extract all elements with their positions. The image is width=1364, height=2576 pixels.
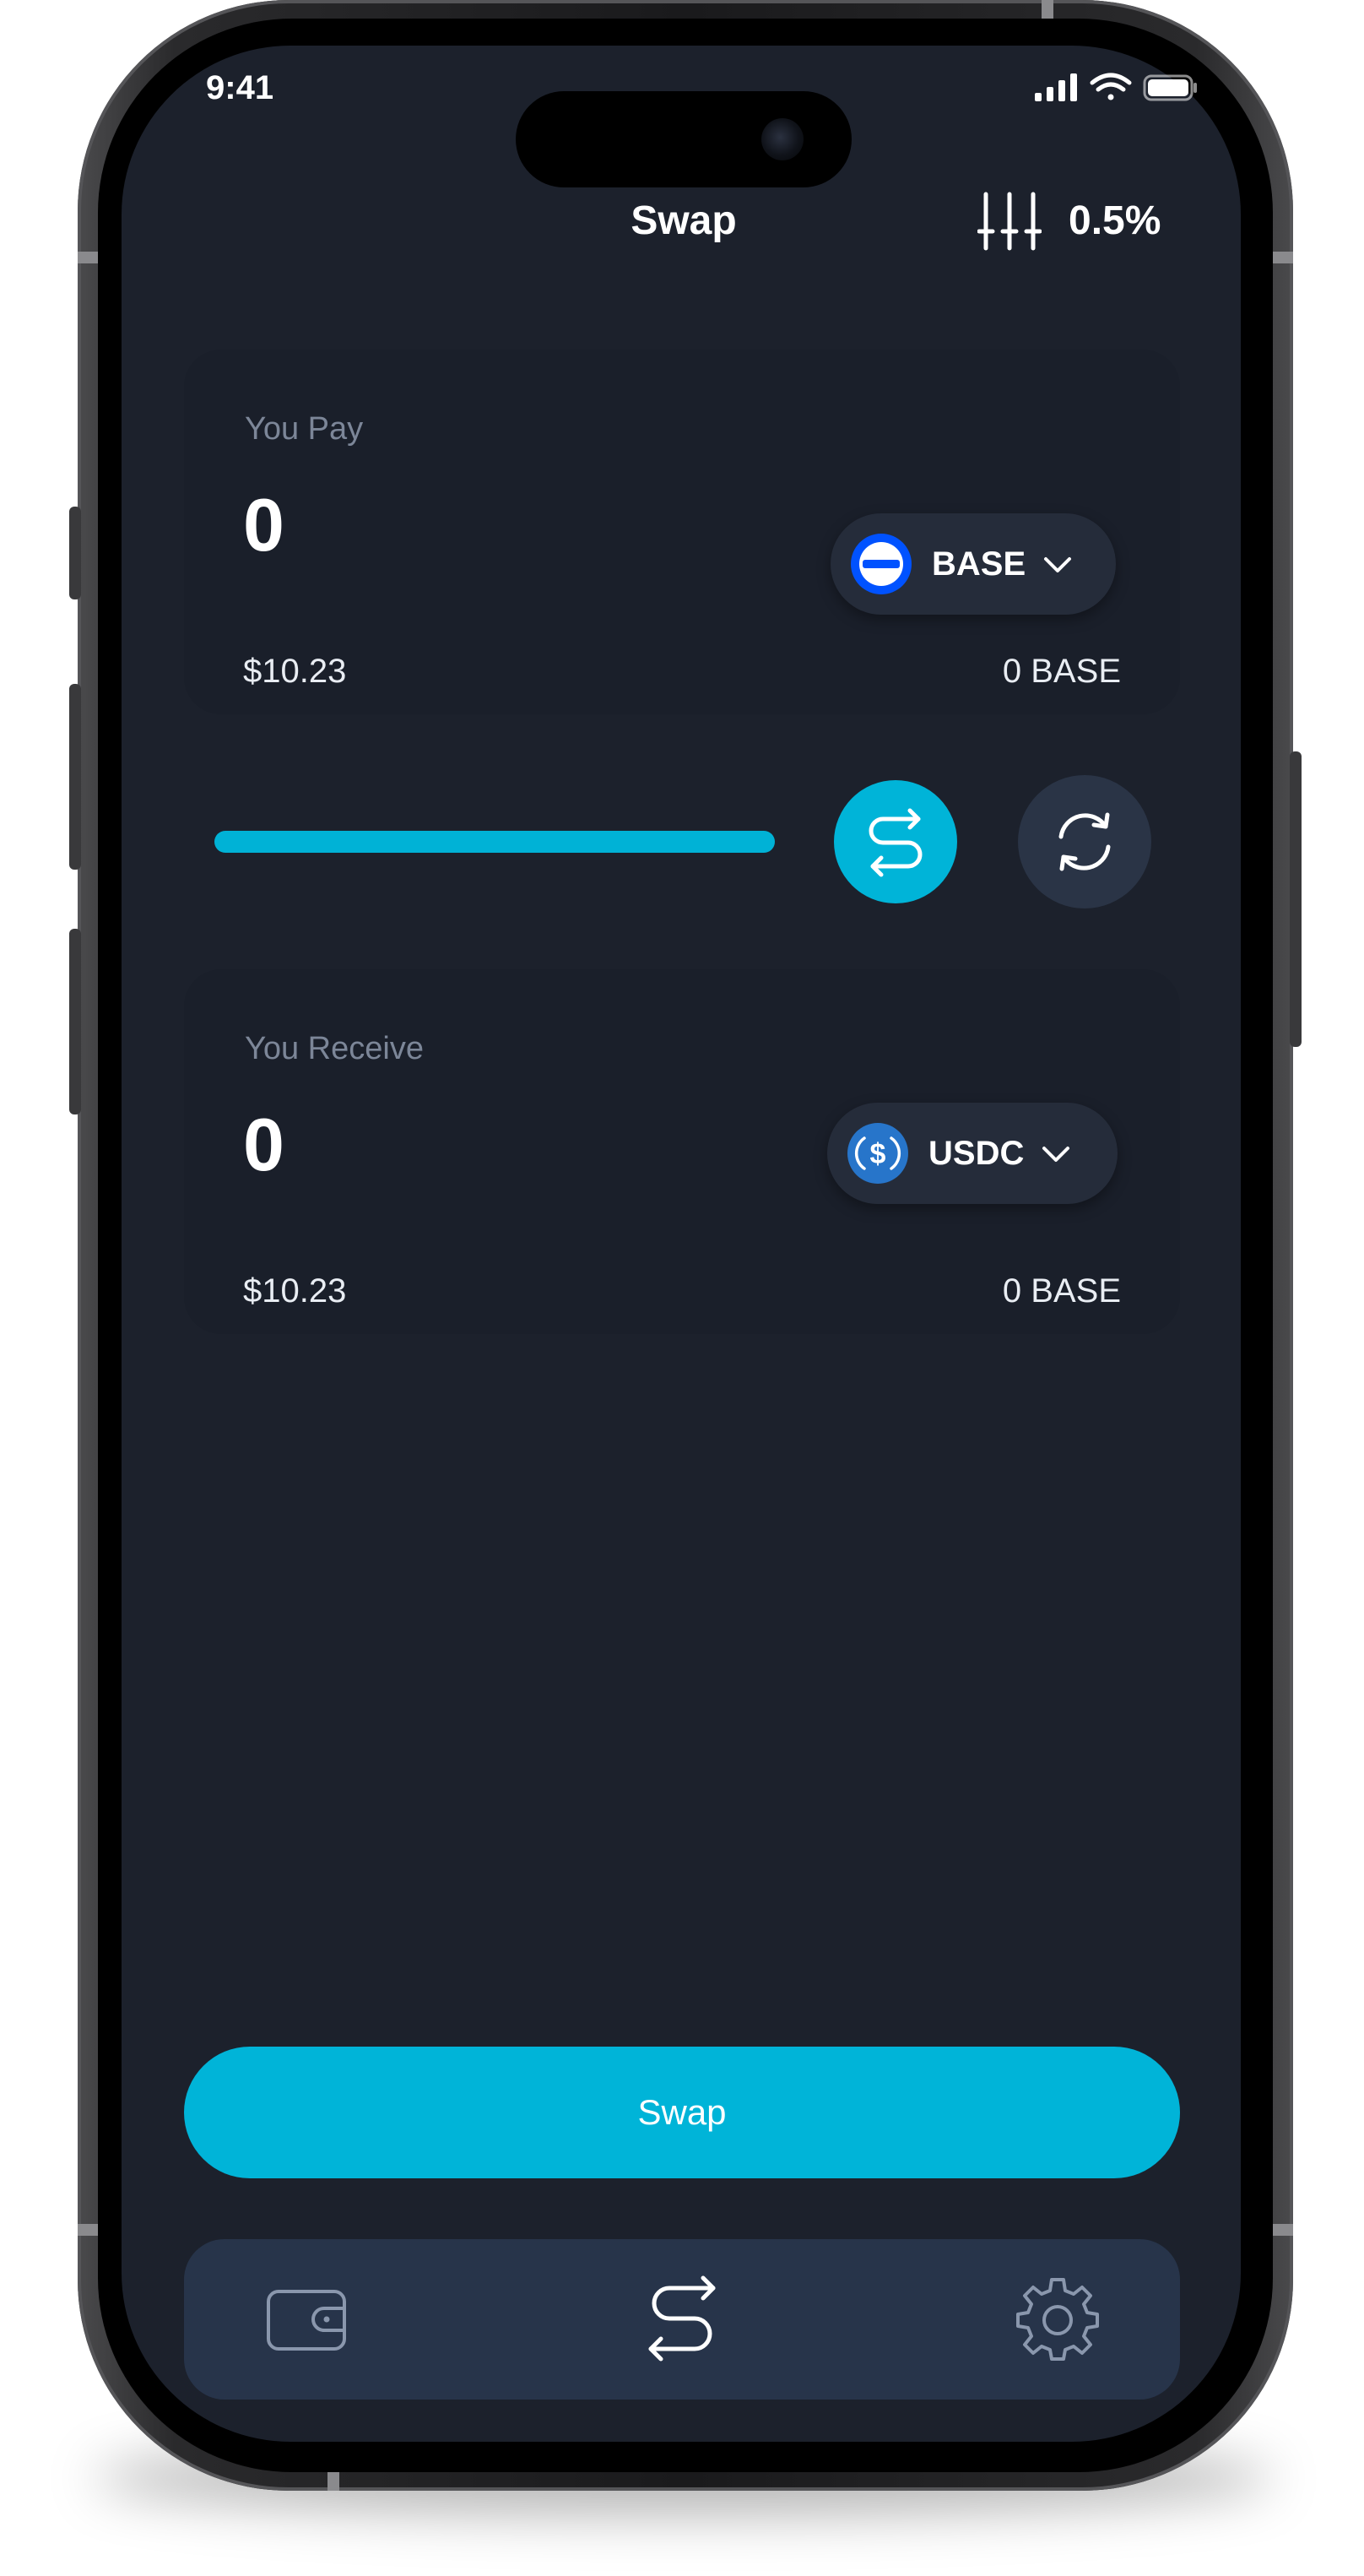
- pay-balance: 0 BASE: [1002, 653, 1121, 690]
- pay-fiat-value: $10.23: [243, 653, 347, 690]
- swap-direction-button[interactable]: [834, 780, 957, 903]
- amount-slider[interactable]: [214, 831, 775, 853]
- wallet-icon: [267, 2290, 346, 2351]
- usdc-token-icon: $: [847, 1123, 908, 1184]
- wifi-icon: [1090, 73, 1132, 100]
- action-button: [69, 507, 81, 599]
- antenna-line: [327, 2472, 339, 2491]
- swap-arrows-icon: [869, 808, 923, 877]
- pay-token-selector[interactable]: BASE: [831, 513, 1116, 615]
- sliders-icon[interactable]: [977, 189, 1042, 253]
- receive-fiat-value: $10.23: [243, 1272, 347, 1310]
- refresh-icon: [1058, 812, 1111, 871]
- antenna-line: [78, 252, 98, 263]
- battery-icon: [1143, 74, 1197, 101]
- antenna-line: [1042, 0, 1053, 19]
- nav-item-swap[interactable]: [636, 2273, 728, 2366]
- front-camera: [761, 118, 804, 160]
- volume-down-button: [69, 929, 81, 1114]
- power-button: [1290, 751, 1302, 1047]
- base-token-icon: [851, 534, 912, 594]
- receive-balance: 0 BASE: [1002, 1272, 1121, 1310]
- nav-item-settings[interactable]: [1011, 2273, 1104, 2366]
- swap-arrows-icon: [648, 2275, 716, 2362]
- pay-token-symbol: BASE: [932, 545, 1026, 583]
- status-time: 9:41: [206, 69, 274, 106]
- status-icons: [1033, 71, 1202, 105]
- slippage-value[interactable]: 0.5%: [1069, 191, 1187, 252]
- gear-icon: [1016, 2278, 1099, 2361]
- receive-amount-value: 0: [243, 1103, 284, 1186]
- pay-label: You Pay: [245, 411, 364, 447]
- swap-button[interactable]: Swap: [184, 2047, 1180, 2178]
- antenna-line: [78, 2224, 98, 2236]
- antenna-line: [1273, 2224, 1293, 2236]
- svg-text:$: $: [870, 1138, 886, 1170]
- signal-icon: [1035, 73, 1077, 101]
- antenna-line: [1273, 252, 1293, 263]
- volume-up-button: [69, 684, 81, 870]
- nav-item-wallet[interactable]: [260, 2273, 353, 2366]
- chevron-down-icon: [1042, 1147, 1070, 1162]
- pay-amount-input[interactable]: 0: [243, 483, 284, 567]
- receive-label: You Receive: [245, 1031, 424, 1066]
- refresh-button[interactable]: [1018, 775, 1151, 908]
- receive-token-symbol: USDC: [928, 1134, 1025, 1172]
- chevron-down-icon: [1044, 557, 1072, 572]
- page-title: Swap: [631, 198, 737, 243]
- receive-token-selector[interactable]: $ USDC: [827, 1103, 1118, 1204]
